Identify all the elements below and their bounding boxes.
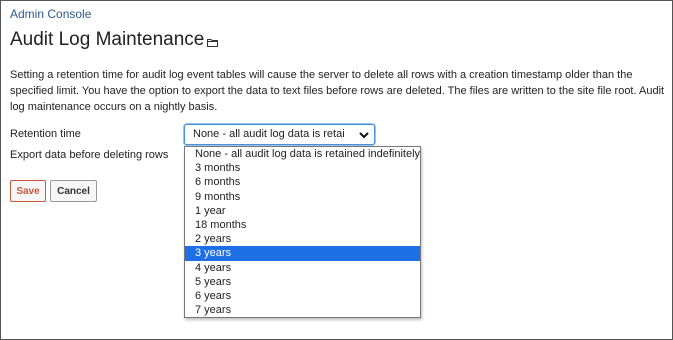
page-frame: Admin Console Audit Log Maintenance Sett… (0, 0, 673, 340)
retention-option-highlighted[interactable]: 3 years (185, 246, 420, 261)
retention-option[interactable]: 1 year (185, 204, 420, 218)
cancel-button[interactable]: Cancel (50, 180, 97, 202)
folder-icon[interactable] (207, 38, 218, 47)
retention-option[interactable]: None - all audit log data is retained in… (185, 147, 420, 161)
retention-option[interactable]: 6 years (185, 289, 420, 303)
page-title: Audit Log Maintenance (10, 29, 205, 50)
retention-time-label: Retention time (10, 128, 81, 140)
retention-time-select[interactable]: None - all audit log data is retained in… (184, 124, 375, 145)
retention-option[interactable]: 5 years (185, 275, 420, 289)
retention-option[interactable]: 6 months (185, 175, 420, 189)
retention-option[interactable]: 7 years (185, 303, 420, 317)
export-data-label: Export data before deleting rows (10, 149, 169, 161)
retention-time-selected-value: None - all audit log data is retained in… (193, 128, 345, 140)
retention-option[interactable]: 2 years (185, 232, 420, 246)
retention-option[interactable]: 4 years (185, 261, 420, 275)
page-description: Setting a retention time for audit log e… (10, 69, 665, 113)
retention-option[interactable]: 18 months (185, 218, 420, 232)
retention-time-options-list: None - all audit log data is retained in… (184, 146, 421, 318)
retention-option[interactable]: 9 months (185, 190, 420, 204)
chevron-down-icon (359, 132, 369, 139)
retention-option[interactable]: 3 months (185, 161, 420, 175)
save-button[interactable]: Save (10, 180, 46, 202)
breadcrumb-admin-console[interactable]: Admin Console (10, 7, 91, 21)
